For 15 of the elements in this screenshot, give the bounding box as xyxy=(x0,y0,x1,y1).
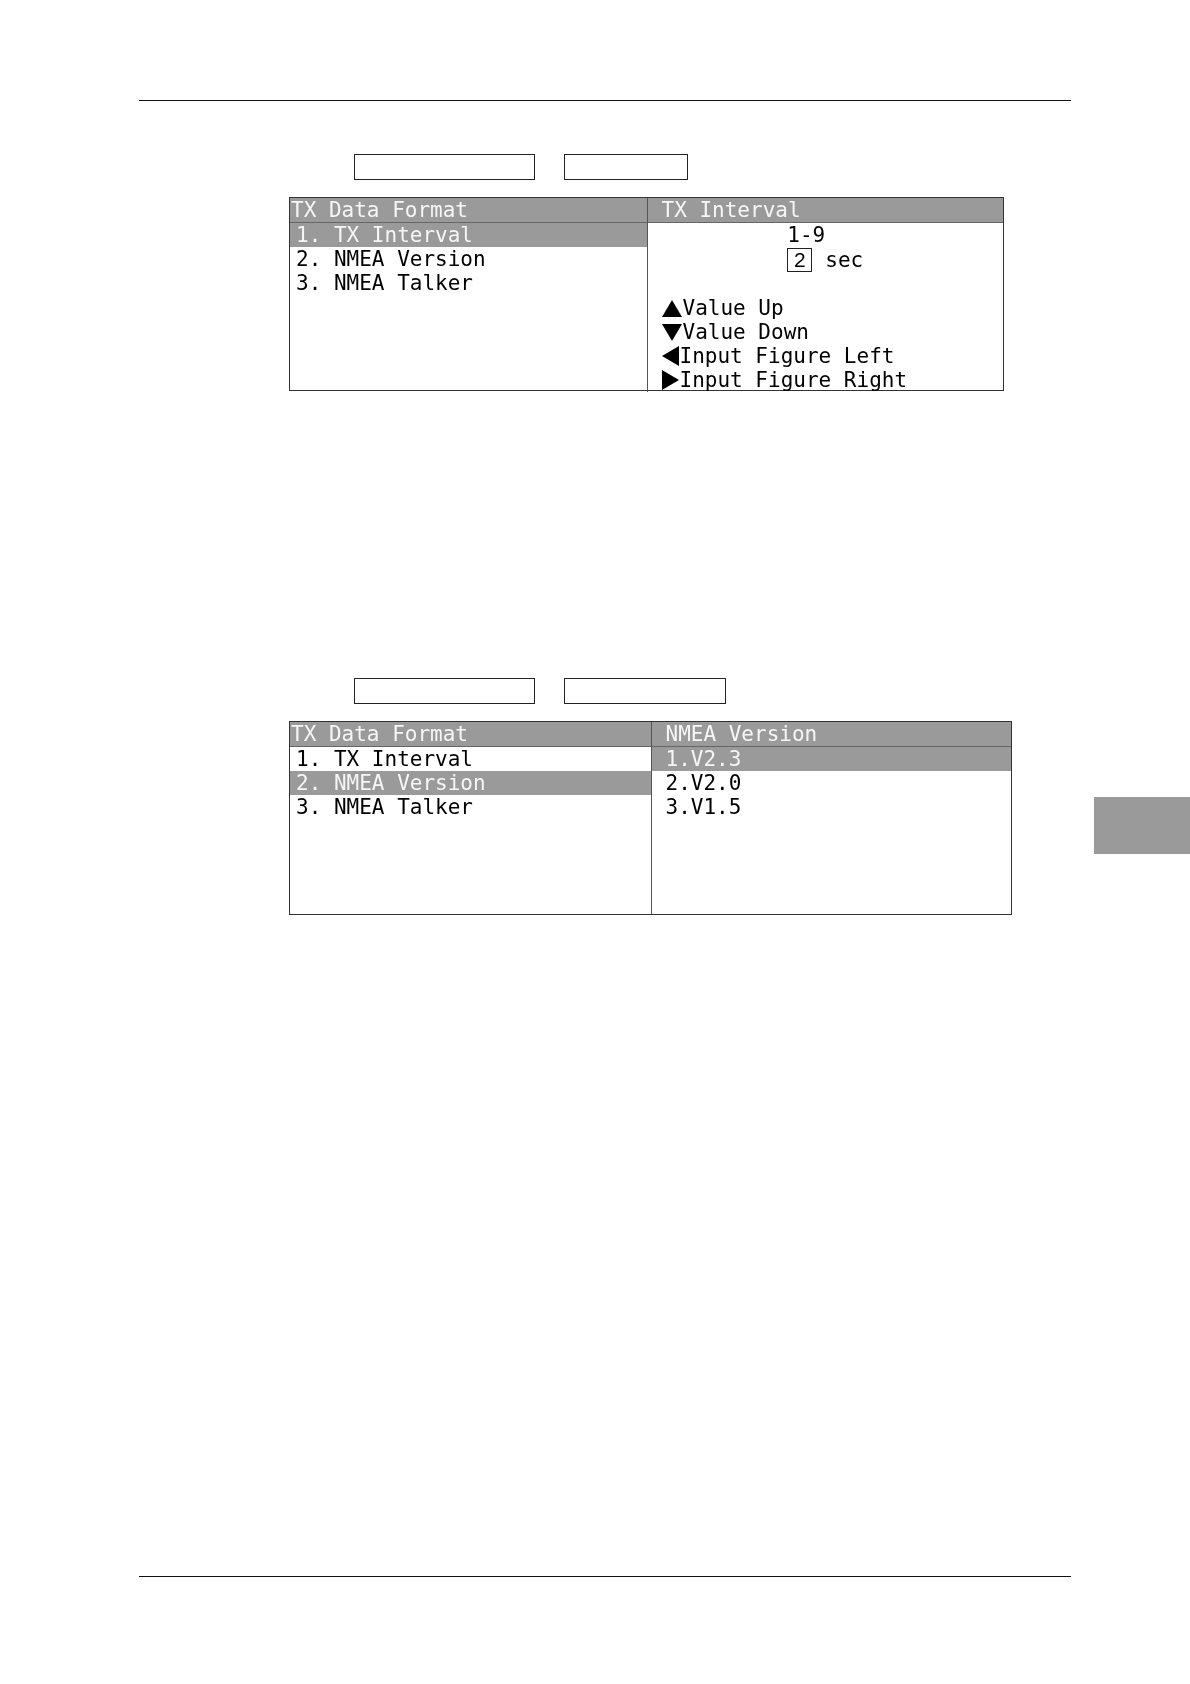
range-label: 1-9 xyxy=(787,223,826,247)
submenu-title: TX Interval xyxy=(647,198,1003,223)
submenu-title: NMEA Version xyxy=(651,722,1011,747)
key-hint: Value Up xyxy=(682,296,784,320)
menu-title: TX Data Format xyxy=(290,722,651,747)
key-hint: Input Figure Right xyxy=(679,368,908,392)
up-triangle-icon xyxy=(661,299,682,317)
key-hint: Value Down xyxy=(682,320,809,344)
key-hint: Input Figure Left xyxy=(679,344,895,368)
menu-title: TX Data Format xyxy=(290,198,647,223)
left-triangle-icon xyxy=(661,346,679,366)
unit-label: sec xyxy=(825,247,864,272)
value-field[interactable]: 2 xyxy=(787,247,813,272)
right-triangle-icon xyxy=(661,370,679,390)
down-triangle-icon xyxy=(661,323,682,341)
